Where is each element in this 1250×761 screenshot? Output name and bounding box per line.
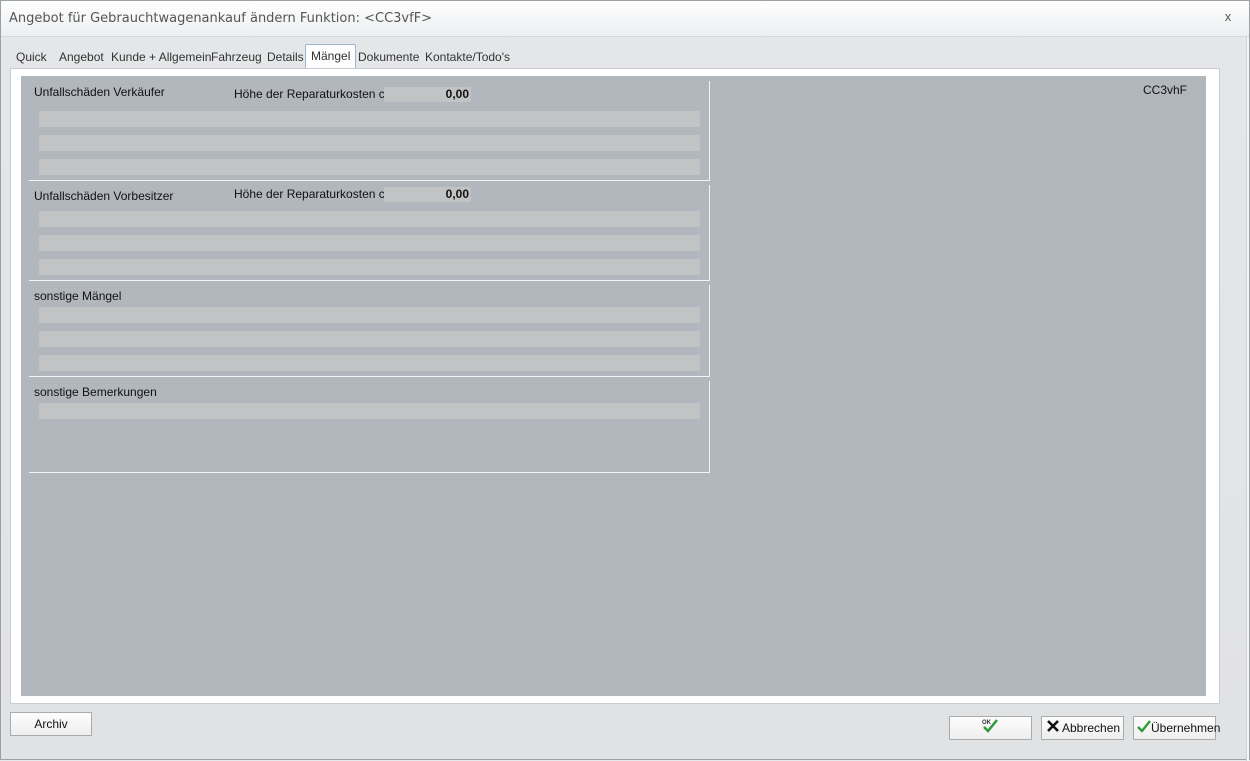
window-edge	[1246, 37, 1249, 761]
group-sonstige-bemerkungen: sonstige Bemerkungen	[29, 381, 710, 473]
tab-angebot[interactable]: Angebot	[54, 46, 109, 68]
repair-cost-label: Höhe der Reparaturkosten ca.	[234, 187, 395, 201]
text-line-field[interactable]	[39, 111, 700, 127]
group-unfallschaeden-verkaeufer: Unfallschäden Verkäufer Höhe der Reparat…	[29, 81, 710, 181]
svg-text:OK: OK	[982, 720, 992, 726]
repair-cost-field[interactable]: 0,00	[384, 187, 471, 202]
text-line-field[interactable]	[39, 135, 700, 151]
text-line-field[interactable]	[39, 355, 700, 371]
tab-strip: Quick Angebot Kunde + Allgemein Fahrzeug…	[11, 44, 1221, 69]
group-label: Unfallschäden Vorbesitzer	[34, 189, 174, 203]
group-label: Unfallschäden Verkäufer	[34, 85, 165, 99]
tab-fahrzeug[interactable]: Fahrzeug	[206, 46, 267, 68]
abbrechen-button[interactable]: Abbrechen	[1041, 716, 1124, 740]
title-bar[interactable]: Angebot für Gebrauchtwagenankauf ändern …	[1, 1, 1249, 37]
function-code-label: CC3vhF	[1143, 83, 1188, 97]
window-title: Angebot für Gebrauchtwagenankauf ändern …	[9, 11, 433, 26]
abbrechen-button-label: Abbrechen	[1062, 721, 1121, 735]
repair-cost-label: Höhe der Reparaturkosten ca.	[234, 87, 395, 101]
repair-cost-field[interactable]: 0,00	[384, 87, 471, 102]
ok-button[interactable]: OK	[949, 716, 1032, 740]
text-line-field[interactable]	[39, 159, 700, 175]
tab-maengel[interactable]: Mängel	[305, 44, 357, 69]
text-line-field[interactable]	[39, 235, 700, 251]
uebernehmen-button[interactable]: Übernehmen	[1133, 716, 1220, 740]
group-sonstige-maengel: sonstige Mängel	[29, 285, 710, 377]
dialog-window: Angebot für Gebrauchtwagenankauf ändern …	[0, 0, 1250, 761]
text-line-field[interactable]	[39, 331, 700, 347]
group-label: sonstige Bemerkungen	[34, 385, 157, 399]
text-line-field[interactable]	[39, 259, 700, 275]
tab-kontakte-todos[interactable]: Kontakte/Todo's	[420, 46, 515, 68]
tab-kunde-allgemein[interactable]: Kunde + Allgemein	[106, 46, 216, 68]
group-label: sonstige Mängel	[34, 289, 122, 303]
archiv-button-label: Archiv	[34, 717, 68, 731]
close-button[interactable]: x	[1221, 9, 1235, 25]
text-line-field[interactable]	[39, 307, 700, 323]
uebernehmen-button-label: Übernehmen	[1151, 721, 1221, 735]
tab-details[interactable]: Details	[262, 46, 309, 68]
archiv-button[interactable]: Archiv	[10, 712, 92, 736]
tab-quick[interactable]: Quick	[11, 46, 52, 68]
check-ok-icon: OK	[981, 717, 999, 740]
text-line-field[interactable]	[39, 211, 700, 227]
tab-dokumente[interactable]: Dokumente	[353, 46, 424, 68]
checkmark-icon	[1137, 718, 1151, 740]
group-unfallschaeden-vorbesitzer: Unfallschäden Vorbesitzer Höhe der Repar…	[29, 185, 710, 281]
text-line-field[interactable]	[39, 403, 700, 419]
x-cancel-icon	[1046, 718, 1060, 740]
